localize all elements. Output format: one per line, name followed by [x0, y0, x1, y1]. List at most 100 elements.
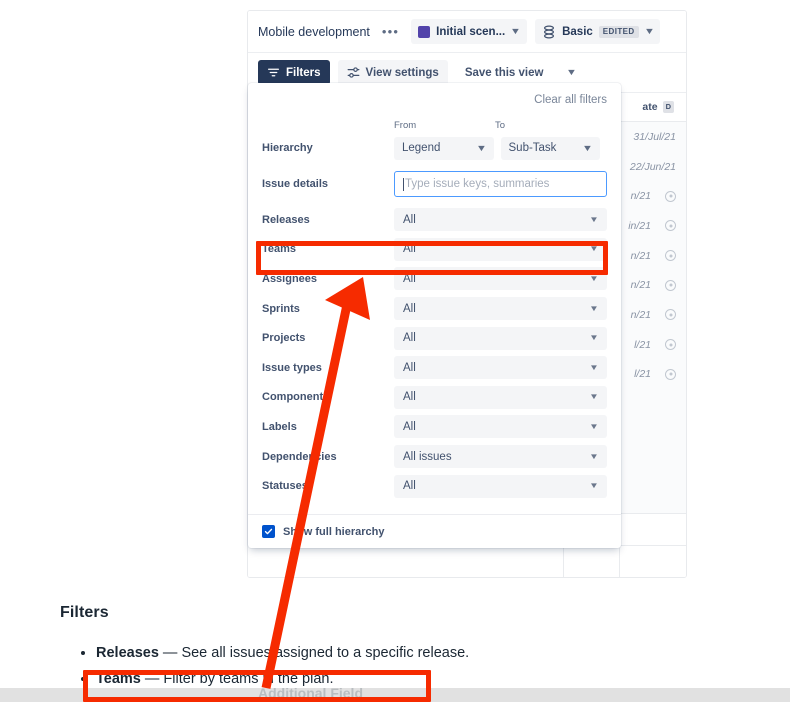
filter-select[interactable]: All — [394, 267, 607, 291]
filter-value: All — [403, 361, 416, 374]
filter-label: Dependencies — [262, 450, 337, 463]
grid-row-date: n/21 — [630, 190, 651, 203]
filter-row-issue-types: Issue types All — [248, 353, 621, 383]
filter-label: Sprints — [262, 302, 300, 315]
filter-icon — [268, 68, 279, 77]
issue-details-label: Issue details — [262, 178, 329, 190]
more-options-icon[interactable]: ••• — [378, 23, 403, 40]
chevron-down-icon — [567, 68, 576, 77]
hierarchy-from-value: Legend — [402, 142, 441, 154]
view-settings-label: View settings — [365, 66, 439, 79]
hierarchy-label: Hierarchy — [262, 142, 313, 154]
remove-row-icon[interactable] — [665, 368, 676, 380]
filter-row-projects: Projects All — [248, 323, 621, 353]
filter-select[interactable]: All — [394, 208, 607, 232]
filter-label: Components — [262, 391, 330, 404]
scenario-selector[interactable]: Initial scen... — [411, 19, 528, 44]
filter-select[interactable]: All — [394, 415, 607, 439]
text-caret — [403, 177, 404, 191]
filter-value: All — [403, 272, 416, 285]
remove-row-icon[interactable] — [665, 220, 676, 232]
filter-select[interactable]: All — [394, 326, 607, 350]
filter-select[interactable]: All — [394, 237, 607, 261]
filter-row-list: Releases All Teams All Assignees All Sprints Al… — [248, 205, 621, 514]
filter-value: All — [403, 480, 416, 493]
hierarchy-to-select[interactable]: Sub-Task — [500, 136, 600, 160]
filters-button[interactable]: Filters — [258, 60, 330, 85]
caption-bullet-term: Releases — [96, 645, 159, 661]
chevron-down-icon — [583, 144, 592, 153]
grid-row-date: 22/Jun/21 — [629, 160, 676, 173]
page-bottom-edge — [0, 688, 790, 702]
chevron-down-icon — [590, 305, 598, 313]
hierarchy-headers: From To — [248, 117, 621, 133]
hierarchy-from-header: From — [394, 119, 417, 131]
chevron-down-icon — [590, 482, 598, 490]
save-this-view-label: Save this view — [464, 66, 544, 79]
filter-label: Releases — [262, 213, 310, 226]
show-full-hierarchy-row[interactable]: Show full hierarchy — [248, 514, 621, 548]
filter-row-dependencies: Dependencies All issues — [248, 442, 621, 472]
filter-row-labels: Labels All — [248, 412, 621, 442]
view-selector[interactable]: Basic EDITED — [535, 19, 661, 44]
filter-select[interactable]: All — [394, 474, 607, 498]
date-column-header: ate D — [642, 101, 674, 113]
caption-bullet: Releases — See all issues assigned to a … — [96, 640, 700, 666]
date-column-badge: D — [662, 101, 674, 113]
clear-all-filters-link[interactable]: Clear all filters — [534, 94, 607, 106]
filter-value: All — [403, 332, 416, 345]
filter-select[interactable]: All — [394, 385, 607, 409]
save-this-view-button[interactable]: Save this view — [456, 60, 553, 85]
caption-heading: Filters — [60, 604, 109, 621]
date-column-label: ate — [642, 101, 658, 113]
grid-row-date: l/21 — [634, 338, 651, 351]
filter-row-teams: Teams All — [248, 235, 621, 265]
caption-block: Filters Releases — See all issues assign… — [60, 604, 700, 692]
filter-select[interactable]: All — [394, 297, 607, 321]
clear-filters-row: Clear all filters — [248, 83, 621, 117]
chevron-down-icon — [590, 423, 598, 431]
remove-row-icon[interactable] — [665, 279, 676, 291]
remove-row-icon[interactable] — [665, 250, 676, 262]
save-view-dropdown-button[interactable] — [560, 60, 583, 85]
chevron-down-icon — [590, 216, 598, 224]
filter-value: All — [403, 213, 416, 226]
filter-label: Issue types — [262, 361, 322, 374]
check-icon — [264, 528, 273, 535]
grid-row-date: 31/Jul/21 — [633, 130, 676, 143]
filter-label: Assignees — [262, 272, 318, 285]
chevron-down-icon — [590, 393, 598, 401]
filter-row-assignees: Assignees All — [248, 264, 621, 294]
filter-select[interactable]: All — [394, 356, 607, 380]
grid-row-date: n/21 — [630, 279, 651, 292]
remove-row-icon[interactable] — [665, 339, 676, 351]
chevron-down-icon — [590, 245, 598, 253]
filter-value: All issues — [403, 450, 452, 463]
chevron-down-icon — [511, 27, 520, 36]
remove-row-icon[interactable] — [665, 309, 676, 321]
show-full-hierarchy-checkbox[interactable] — [262, 525, 275, 538]
filter-row-issue-details: Issue details Type issue keys, summaries — [248, 163, 621, 205]
app-topbar: Mobile development ••• Initial scen... B… — [248, 11, 686, 53]
chevron-down-icon — [590, 453, 598, 461]
filter-value: All — [403, 391, 416, 404]
hierarchy-from-select[interactable]: Legend — [394, 136, 494, 160]
scenario-color-swatch — [418, 25, 431, 38]
filters-button-label: Filters — [286, 66, 321, 79]
filter-select[interactable]: All issues — [394, 445, 607, 469]
issue-details-input[interactable]: Type issue keys, summaries — [394, 171, 607, 197]
chevron-down-icon — [590, 334, 598, 342]
filter-label: Statuses — [262, 480, 308, 493]
view-settings-button[interactable]: View settings — [337, 60, 448, 85]
hierarchy-to-value: Sub-Task — [508, 142, 557, 154]
filter-value: All — [403, 302, 416, 315]
chevron-down-icon — [477, 144, 486, 153]
filter-value: All — [403, 420, 416, 433]
view-label: Basic — [562, 25, 593, 38]
filter-row-releases: Releases All — [248, 205, 621, 235]
chevron-down-icon — [590, 275, 598, 283]
show-full-hierarchy-label: Show full hierarchy — [283, 525, 385, 538]
remove-row-icon[interactable] — [665, 190, 676, 202]
edited-badge: EDITED — [598, 25, 639, 38]
filter-row-hierarchy: Hierarchy Legend Sub-Task — [248, 133, 621, 163]
